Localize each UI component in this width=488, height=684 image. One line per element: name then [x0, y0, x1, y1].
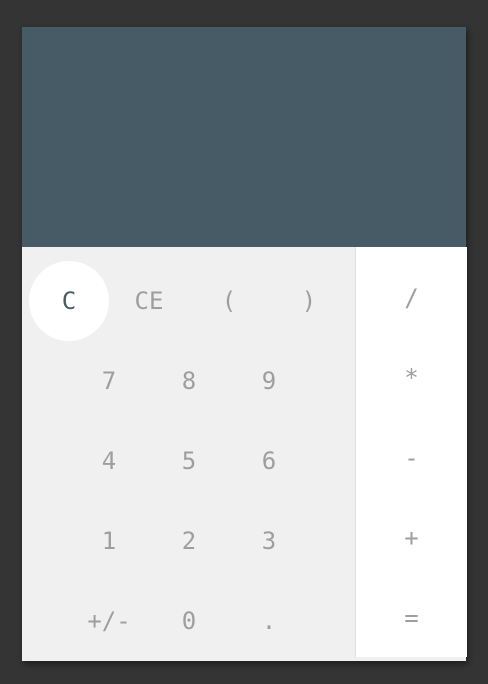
toggle-sign-button[interactable]: +/-	[69, 581, 149, 661]
digit-8-button[interactable]: 8	[149, 341, 229, 421]
decimal-button[interactable]: .	[229, 581, 309, 661]
digit-7-button[interactable]: 7	[69, 341, 149, 421]
digit-0-button[interactable]: 0	[149, 581, 229, 661]
clear-entry-button[interactable]: CE	[109, 261, 189, 341]
digit-2-button[interactable]: 2	[149, 501, 229, 581]
divide-button[interactable]: /	[356, 258, 467, 338]
digit-6-button[interactable]: 6	[229, 421, 309, 501]
open-paren-button[interactable]: (	[189, 261, 269, 341]
calculator-window: C CE ( ) 7 8 9 4 5 6 1 2 3 +/- 0 . / * -…	[22, 27, 467, 661]
display-panel	[22, 27, 466, 247]
clear-button[interactable]: C	[29, 261, 109, 341]
keypad: C CE ( ) 7 8 9 4 5 6 1 2 3 +/- 0 .	[22, 247, 355, 661]
equals-button[interactable]: =	[356, 578, 467, 658]
multiply-button[interactable]: *	[356, 338, 467, 418]
digit-9-button[interactable]: 9	[229, 341, 309, 421]
operator-column: / * - + =	[355, 247, 467, 657]
add-button[interactable]: +	[356, 498, 467, 578]
subtract-button[interactable]: -	[356, 418, 467, 498]
digit-1-button[interactable]: 1	[69, 501, 149, 581]
digit-4-button[interactable]: 4	[69, 421, 149, 501]
digit-5-button[interactable]: 5	[149, 421, 229, 501]
digit-3-button[interactable]: 3	[229, 501, 309, 581]
close-paren-button[interactable]: )	[269, 261, 349, 341]
